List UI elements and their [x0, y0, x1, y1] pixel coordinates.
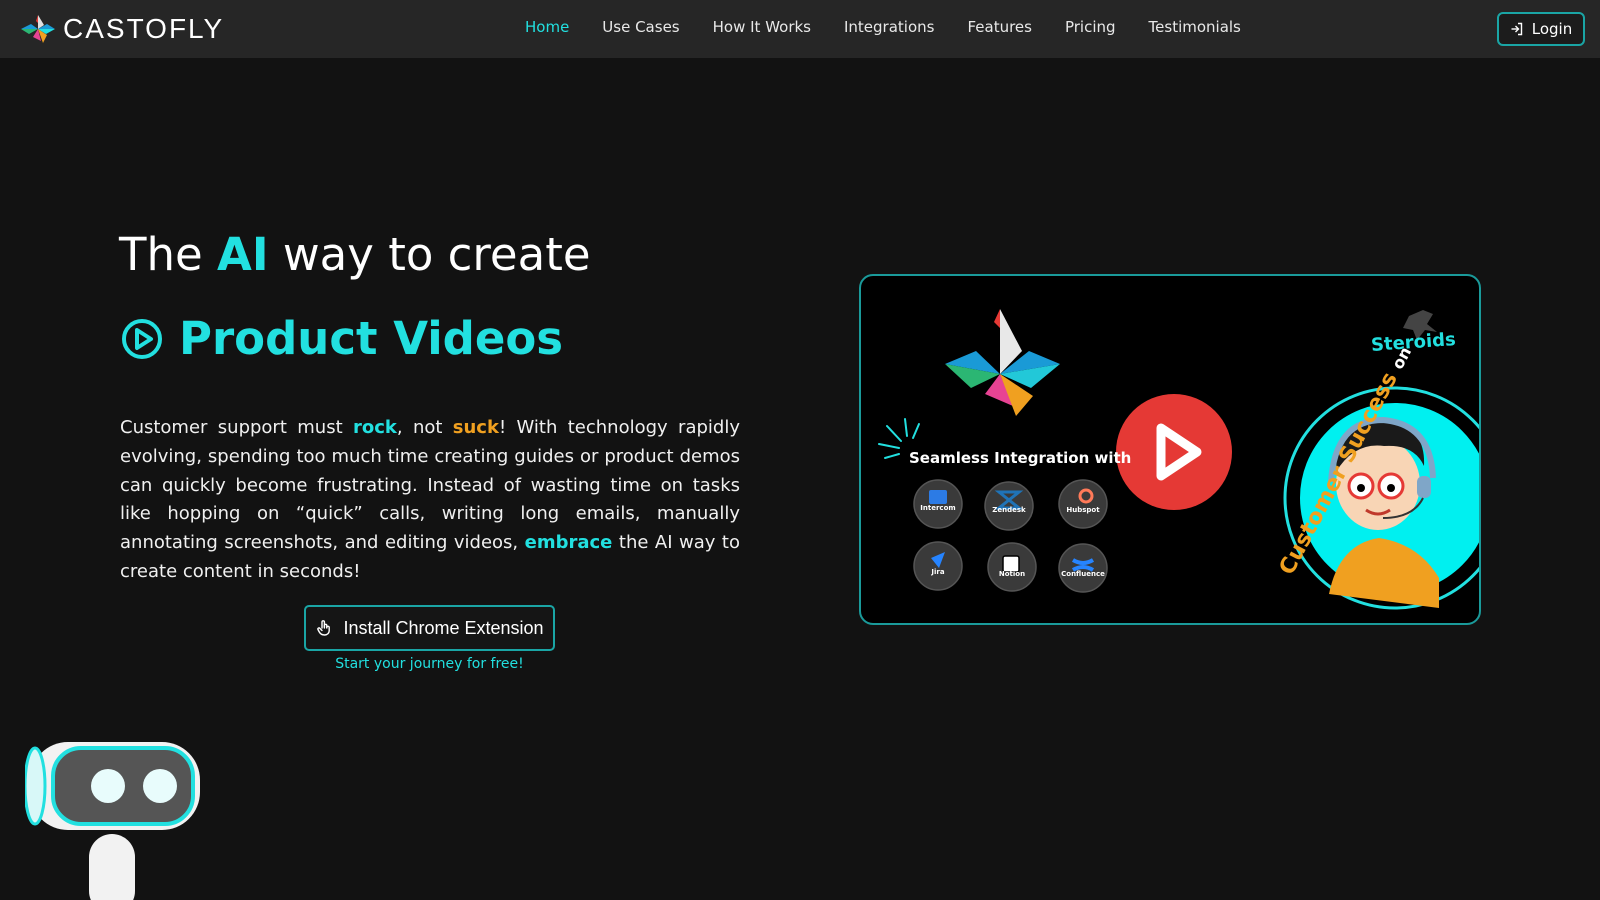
- desc-part-2: , not: [396, 417, 453, 438]
- login-label: Login: [1531, 20, 1573, 38]
- nav-link-home[interactable]: Home: [525, 18, 569, 36]
- seamless-integration-label: Seamless Integration with: [909, 449, 1132, 467]
- integration-label-confluence: Confluence: [1061, 570, 1105, 578]
- integration-label-hubspot: Hubspot: [1066, 506, 1100, 514]
- install-subtext[interactable]: Start your journey for free!: [304, 656, 555, 672]
- robot-mascot-icon: [25, 742, 200, 900]
- play-button-icon: [1116, 394, 1232, 510]
- hero-title-pre: The: [119, 228, 217, 281]
- nav-link-testimonials[interactable]: Testimonials: [1149, 18, 1241, 36]
- brand-name: CASTOFLY: [63, 13, 225, 44]
- hero-title: The AI way to create: [119, 228, 591, 281]
- nav-link-use-cases[interactable]: Use Cases: [602, 18, 679, 36]
- play-circle-icon: [122, 318, 162, 359]
- bird-logo-icon: [945, 309, 1060, 416]
- nav-links: Home Use Cases How It Works Integrations…: [525, 18, 1274, 36]
- desc-embrace: embrace: [524, 532, 613, 554]
- desc-suck: suck: [452, 417, 499, 438]
- pointer-hand-icon: [317, 620, 331, 636]
- integration-label-intercom: Intercom: [920, 504, 956, 512]
- login-button[interactable]: Login: [1497, 12, 1585, 46]
- desc-part-1: Customer support must: [120, 417, 353, 438]
- integration-label-zendesk: Zendesk: [992, 506, 1026, 514]
- demo-video-thumbnail[interactable]: Seamless Integration with Intercom Zende…: [859, 274, 1481, 625]
- install-button-label: Install Chrome Extension: [343, 617, 544, 638]
- top-nav: CASTOFLY Home Use Cases How It Works Int…: [0, 0, 1600, 58]
- nav-link-pricing[interactable]: Pricing: [1065, 18, 1116, 36]
- login-icon: [1511, 22, 1522, 36]
- hero-subtitle-text: Product Videos: [179, 312, 564, 365]
- nav-link-features[interactable]: Features: [967, 18, 1032, 36]
- install-chrome-extension-button[interactable]: Install Chrome Extension: [304, 605, 555, 651]
- integration-label-jira: Jira: [931, 568, 945, 576]
- hero-subtitle: Product Videos: [121, 312, 563, 365]
- nav-link-integrations[interactable]: Integrations: [844, 18, 934, 36]
- hero-description: Customer support must rock, not suck! Wi…: [120, 414, 740, 587]
- castofly-logo-icon: [21, 15, 55, 43]
- nav-link-how-it-works[interactable]: How It Works: [713, 18, 811, 36]
- intercom-icon: [929, 490, 947, 504]
- integration-label-notion: Notion: [998, 570, 1026, 578]
- desc-rock: rock: [352, 417, 397, 438]
- hero-title-post: way to create: [268, 228, 591, 281]
- hero-title-ai: AI: [217, 228, 269, 281]
- brand-logo[interactable]: CASTOFLY: [21, 13, 224, 45]
